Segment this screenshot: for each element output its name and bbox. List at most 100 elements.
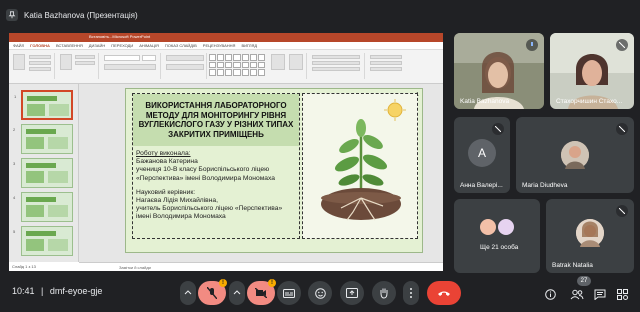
shapes-gallery[interactable]: [209, 54, 265, 76]
pin-icon[interactable]: [6, 9, 18, 21]
raise-hand-button[interactable]: [372, 281, 396, 305]
slide-thumbnails: 1 2 3 4 5: [9, 84, 79, 262]
people-icon: [570, 289, 584, 300]
more-vert-icon: [410, 288, 412, 298]
warning-icon: !: [268, 279, 276, 287]
arrange-group: [267, 53, 307, 79]
tab-insert[interactable]: ВСТАВЛЕННЯ: [56, 43, 83, 48]
find-button[interactable]: [370, 55, 402, 59]
avatar: A: [468, 139, 496, 167]
new-slide-button[interactable]: [60, 54, 72, 70]
video-options-button[interactable]: [229, 281, 245, 305]
reactions-button[interactable]: [308, 281, 332, 305]
participant-tile[interactable]: A Анна Валері...: [454, 117, 510, 193]
info-icon: [545, 289, 556, 300]
avatar-photo: [561, 141, 589, 169]
tab-slideshow[interactable]: ПОКАЗ СЛАЙДІВ: [165, 43, 197, 48]
tab-home[interactable]: ГОЛОВНА: [30, 43, 50, 48]
slide-editor: 1 ВИКОРИСТАННЯ ЛАБОРАТОРНОГО МЕТОДУ ДЛЯ …: [79, 84, 443, 262]
copy-button[interactable]: [29, 61, 51, 65]
chat-button[interactable]: [594, 287, 606, 305]
layout-button[interactable]: [75, 55, 95, 59]
participant-tile[interactable]: Maria Diudheva: [516, 117, 634, 193]
current-slide[interactable]: 1 ВИКОРИСТАННЯ ЛАБОРАТОРНОГО МЕТОДУ ДЛЯ …: [125, 88, 423, 253]
chevron-up-icon: [184, 290, 192, 295]
shape-outline-button[interactable]: [312, 61, 360, 65]
avatar: [498, 219, 514, 235]
paste-button[interactable]: [13, 54, 25, 70]
plant-image[interactable]: [302, 93, 418, 239]
shape-fill-button[interactable]: [312, 55, 360, 59]
reset-button[interactable]: [75, 61, 95, 65]
tab-animations[interactable]: АНІМАЦІЯ: [139, 43, 159, 48]
slide-thumbnail[interactable]: 4: [13, 192, 73, 222]
font-style-buttons[interactable]: [104, 64, 156, 70]
shape-format-group: [309, 53, 365, 79]
font-size-select[interactable]: [142, 55, 156, 61]
mic-off-icon: [492, 123, 504, 135]
slide-thumbnail[interactable]: 5: [13, 226, 73, 256]
shape-effects-button[interactable]: [312, 67, 360, 71]
participant-name: Batrak Natalia: [552, 262, 593, 269]
activities-button[interactable]: [617, 287, 628, 305]
ppt-window-title: Встановіть...Microsoft PowerPoint: [89, 34, 151, 39]
meeting-details-button[interactable]: [545, 287, 556, 305]
more-options-button[interactable]: [403, 281, 419, 305]
author-heading: Роботу виконала:: [136, 150, 191, 157]
tab-transitions[interactable]: ПЕРЕХОДИ: [111, 43, 133, 48]
slides-group: [57, 53, 99, 79]
participant-tile[interactable]: Batrak Natalia: [546, 199, 634, 273]
format-painter-button[interactable]: [29, 67, 51, 71]
tab-review[interactable]: РЕЦЕНЗУВАННЯ: [203, 43, 236, 48]
activities-icon: [617, 289, 628, 300]
audio-options-button[interactable]: [180, 281, 196, 305]
participant-tile[interactable]: Katia Bazhanova: [454, 33, 544, 109]
quick-styles-button[interactable]: [289, 54, 303, 70]
slide-thumbnail[interactable]: 1: [14, 90, 73, 120]
meet-window: Katia Bazhanova (Презентація) Встановіть…: [0, 0, 640, 312]
meeting-code: dmf-eyoe-gje: [49, 286, 103, 296]
ribbon-tabs: ФАЙЛ ГОЛОВНА ВСТАВЛЕННЯ ДИЗАЙН ПЕРЕХОДИ …: [9, 42, 443, 50]
clock: 10:41: [12, 286, 35, 296]
text-frame[interactable]: ВИКОРИСТАННЯ ЛАБОРАТОРНОГО МЕТОДУ ДЛЯ МО…: [132, 93, 300, 239]
ppt-titlebar: Встановіть...Microsoft PowerPoint: [9, 33, 443, 42]
avatar: [561, 141, 589, 169]
cut-button[interactable]: [29, 55, 51, 59]
meeting-info: 10:41 | dmf-eyoe-gje: [12, 286, 102, 296]
participant-tile[interactable]: Стахорчишин Стахо...: [550, 33, 634, 109]
more-participants-tile[interactable]: Ще 21 особа: [454, 199, 540, 273]
presenter-name: Katia Bazhanova (Презентація): [24, 10, 138, 20]
align-buttons[interactable]: [166, 64, 204, 70]
slide-title: ВИКОРИСТАННЯ ЛАБОРАТОРНОГО МЕТОДУ ДЛЯ МО…: [133, 94, 299, 146]
mic-off-icon: [616, 205, 628, 217]
tab-view[interactable]: ВИГЛЯД: [241, 43, 257, 48]
tab-file[interactable]: ФАЙЛ: [13, 43, 24, 48]
mic-off-icon: [207, 287, 217, 299]
arrange-button[interactable]: [271, 54, 285, 70]
mic-icon: [526, 39, 538, 51]
author-line: «Перспектива» імені Володимира Мономаха: [136, 174, 275, 182]
notes-pane[interactable]: Замітки й слайди: [79, 262, 443, 271]
supervisor-heading: Науковий керівник:: [136, 188, 196, 196]
slide-thumbnail[interactable]: 2: [13, 124, 73, 154]
clipboard-group: [11, 53, 55, 79]
mic-off-icon: [616, 123, 628, 135]
font-name-select[interactable]: [104, 55, 140, 61]
plant-illustration: [321, 99, 406, 221]
present-button[interactable]: [340, 281, 364, 305]
chevron-up-icon: [233, 290, 241, 295]
list-buttons[interactable]: [166, 55, 204, 61]
present-icon: [346, 288, 358, 298]
participant-name: Katia Bazhanova: [460, 98, 510, 105]
people-button[interactable]: [570, 287, 584, 305]
captions-button[interactable]: [277, 281, 301, 305]
tab-design[interactable]: ДИЗАЙН: [89, 43, 105, 48]
chat-icon: [594, 289, 606, 301]
leave-call-button[interactable]: [427, 281, 461, 305]
ribbon: [9, 50, 443, 84]
select-button[interactable]: [370, 67, 402, 71]
avatar: [480, 219, 496, 235]
replace-button[interactable]: [370, 61, 402, 65]
slide-thumbnail[interactable]: 3: [13, 158, 73, 188]
mic-off-icon: [616, 39, 628, 51]
